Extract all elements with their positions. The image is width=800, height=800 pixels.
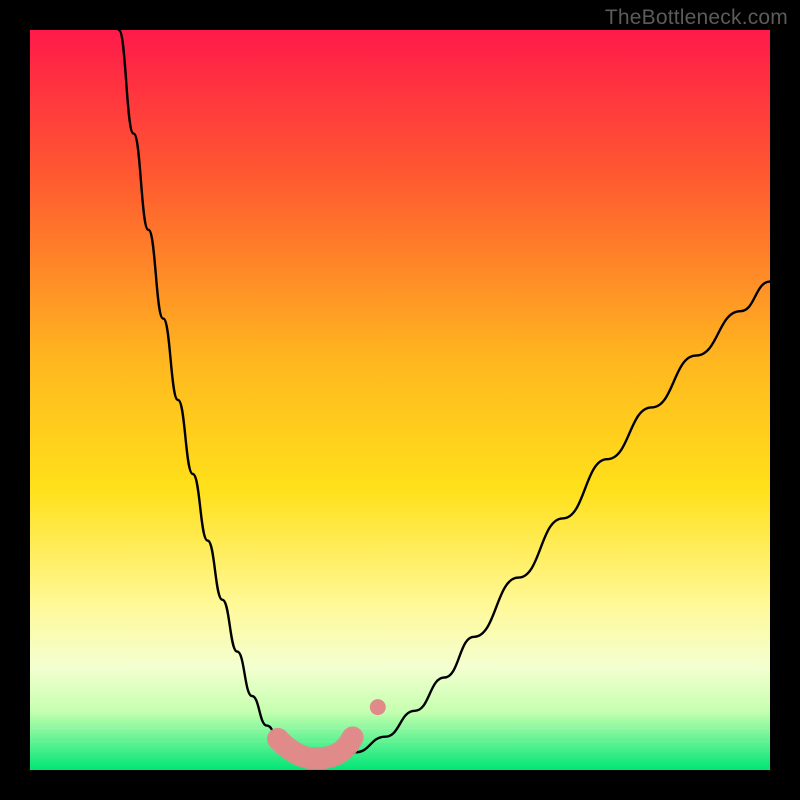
marker-dot-outlier bbox=[370, 699, 386, 715]
watermark-label: TheBottleneck.com bbox=[605, 6, 788, 30]
outer-frame: TheBottleneck.com bbox=[0, 0, 800, 800]
chart-svg bbox=[30, 30, 770, 770]
plot-area bbox=[30, 30, 770, 770]
marker-dot bbox=[344, 728, 362, 746]
gradient-background bbox=[30, 30, 770, 770]
